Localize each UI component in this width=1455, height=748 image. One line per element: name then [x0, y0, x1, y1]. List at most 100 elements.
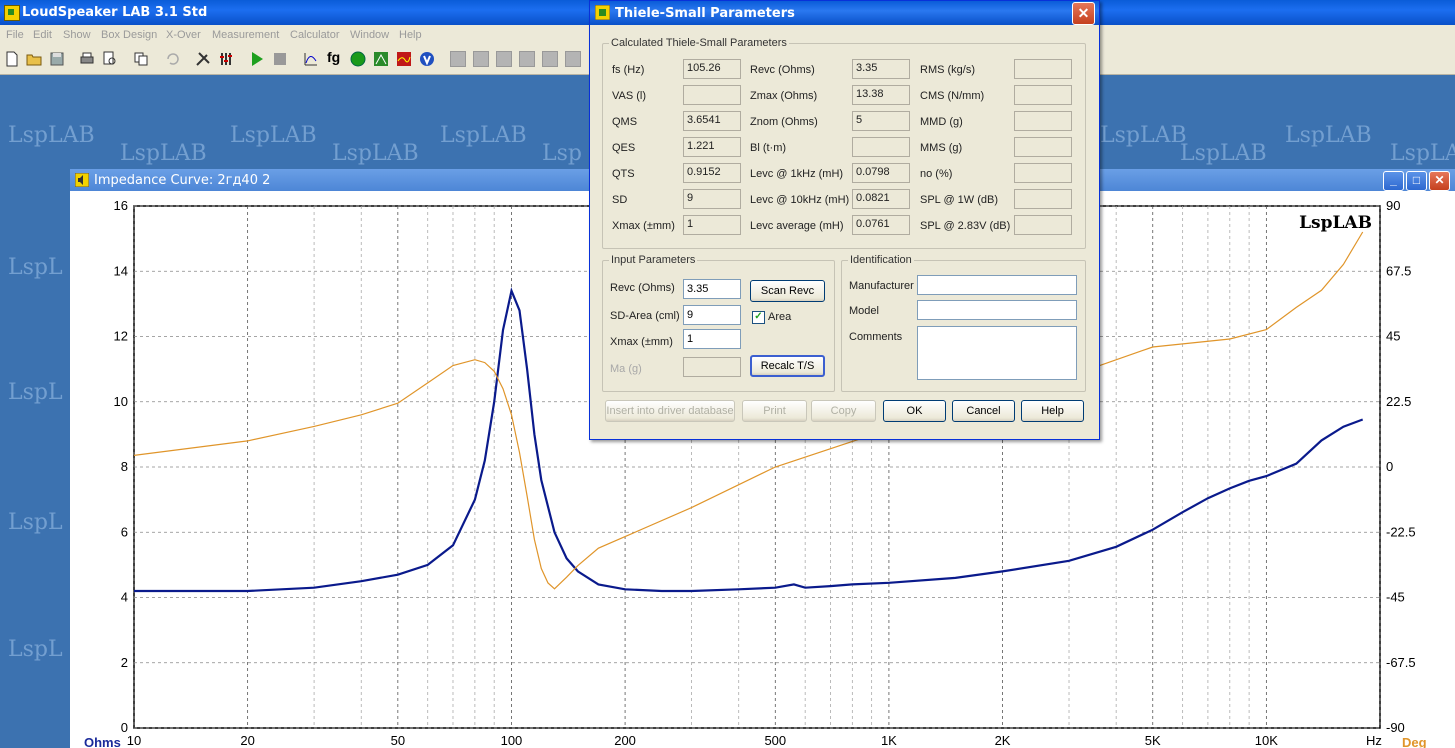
cancel-button[interactable]: Cancel	[952, 400, 1015, 422]
calc-col3-label: CMS (N/mm)	[920, 90, 985, 102]
y-left-tick-label: 6	[121, 524, 128, 539]
calc-col2-label: Levc average (mH)	[750, 220, 844, 232]
y-left-tick-label: 16	[114, 198, 128, 213]
close-button[interactable]: ✕	[1429, 171, 1450, 191]
calc-col1-label: fs (Hz)	[612, 64, 645, 76]
disabled-tool-icon[interactable]	[565, 51, 581, 67]
response-icon[interactable]	[396, 51, 412, 67]
menu-window[interactable]: Window	[350, 29, 389, 41]
help-button[interactable]: Help	[1021, 400, 1084, 422]
area-checkbox[interactable]: ✓	[752, 311, 765, 324]
watermark-logo: LspLAB	[230, 123, 317, 148]
input-revc-field[interactable]	[683, 279, 741, 299]
disabled-tool-icon[interactable]	[496, 51, 512, 67]
calc-col3-label: RMS (kg/s)	[920, 64, 975, 76]
y-left-tick-label: 12	[114, 329, 128, 344]
calc-col1-label: QTS	[612, 168, 635, 180]
disabled-tool-icon[interactable]	[450, 51, 466, 67]
group-title: Identification	[848, 254, 914, 266]
impedance-icon[interactable]	[303, 51, 319, 67]
equalizer-icon[interactable]	[218, 51, 234, 67]
dialog-title: Thiele-Small Parameters	[615, 6, 795, 21]
play-icon[interactable]	[249, 51, 265, 67]
watermark-logo: LspLAB	[8, 123, 95, 148]
calc-col1-label: QES	[612, 142, 636, 154]
disabled-tool-icon[interactable]	[519, 51, 535, 67]
maximize-button[interactable]: □	[1406, 171, 1427, 191]
comments-field[interactable]	[917, 326, 1077, 380]
green-circle-icon[interactable]	[350, 51, 366, 67]
print-preview-icon[interactable]	[102, 51, 118, 67]
calc-col2-value: 5	[852, 111, 910, 131]
disabled-tool-icon[interactable]	[542, 51, 558, 67]
watermark-logo: Lsp	[542, 141, 582, 166]
calc-col2-value: 13.38	[852, 85, 910, 105]
menu-calculator[interactable]: Calculator	[290, 29, 340, 41]
manufacturer-field[interactable]	[917, 275, 1077, 295]
watermark-logo: LspLAB	[1180, 141, 1267, 166]
input-ma-label: Ma (g)	[610, 363, 642, 375]
menu-show[interactable]: Show	[63, 29, 91, 41]
x-tick-label: 50	[391, 733, 405, 748]
copy-button[interactable]: Copy	[811, 400, 876, 422]
input-sd-area-label: SD-Area (cml)	[610, 310, 680, 322]
area-checkbox-label: Area	[768, 311, 792, 323]
print-button[interactable]: Print	[742, 400, 807, 422]
save-icon[interactable]	[49, 51, 65, 67]
tools-icon[interactable]	[195, 51, 211, 67]
input-ma-field[interactable]	[683, 357, 741, 377]
menu-measurement[interactable]: Measurement	[212, 29, 279, 41]
calc-col2-value	[852, 137, 910, 157]
disabled-tool-icon[interactable]	[473, 51, 489, 67]
calc-col3-label: no (%)	[920, 168, 953, 180]
calc-col2-label: Revc (Ohms)	[750, 64, 815, 76]
y-left-tick-label: 4	[121, 590, 128, 605]
calc-col2-label: Levc @ 1kHz (mH)	[750, 168, 844, 180]
dialog-close-button[interactable]: ✕	[1072, 2, 1095, 25]
watermark-logo: LspLAB	[1100, 123, 1187, 148]
calc-col1-value: 1	[683, 215, 741, 235]
stop-icon[interactable]	[272, 51, 288, 67]
v-circle-icon[interactable]	[419, 51, 435, 67]
group-title: Calculated Thiele-Small Parameters	[609, 37, 789, 49]
open-folder-icon[interactable]	[26, 51, 42, 67]
x-tick-label: 2K	[995, 733, 1011, 748]
fg-icon[interactable]: fg	[327, 49, 343, 65]
manufacturer-label: Manufacturer	[849, 280, 914, 292]
insert-into-database-button[interactable]: Insert into driver database	[605, 400, 735, 422]
menu-edit[interactable]: Edit	[33, 29, 52, 41]
print-icon[interactable]	[79, 51, 95, 67]
menu-x-over[interactable]: X-Over	[166, 29, 201, 41]
calc-col3-label: SPL @ 1W (dB)	[920, 194, 998, 206]
x-tick-label: 200	[614, 733, 636, 748]
menu-help[interactable]: Help	[399, 29, 422, 41]
dialog-title-bar: Thiele-Small Parameters ✕	[590, 1, 1099, 25]
menu-box-design[interactable]: Box Design	[101, 29, 157, 41]
minimize-button[interactable]: _	[1383, 171, 1404, 191]
input-xmax-field[interactable]	[683, 329, 741, 349]
watermark-logo: LspLAB	[332, 141, 419, 166]
x-tick-label: 20	[240, 733, 254, 748]
copy-icon[interactable]	[133, 51, 149, 67]
input-sd-area-field[interactable]	[683, 305, 741, 325]
scan-revc-button[interactable]: Scan Revc	[750, 280, 825, 302]
calc-col3-value	[1014, 111, 1072, 131]
calc-col1-label: VAS (l)	[612, 90, 647, 102]
new-file-icon[interactable]	[4, 51, 20, 67]
x-tick-label: 10K	[1255, 733, 1278, 748]
watermark-logo: LspL	[8, 255, 63, 280]
undo-icon[interactable]	[164, 51, 180, 67]
recalc-ts-button[interactable]: Recalc T/S	[750, 355, 825, 377]
calc-col2-value: 3.35	[852, 59, 910, 79]
calc-col3-label: MMD (g)	[920, 116, 963, 128]
menu-file[interactable]: File	[6, 29, 24, 41]
app-icon	[4, 5, 20, 21]
calc-col1-label: SD	[612, 194, 628, 206]
ok-button[interactable]: OK	[883, 400, 946, 422]
calc-col2-label: Znom (Ohms)	[750, 116, 818, 128]
graph-icon[interactable]	[373, 51, 389, 67]
model-field[interactable]	[917, 300, 1077, 320]
x-axis-label: Hz	[1366, 733, 1382, 748]
calc-col1-value: 1.221	[683, 137, 741, 157]
calc-col3-value	[1014, 189, 1072, 209]
